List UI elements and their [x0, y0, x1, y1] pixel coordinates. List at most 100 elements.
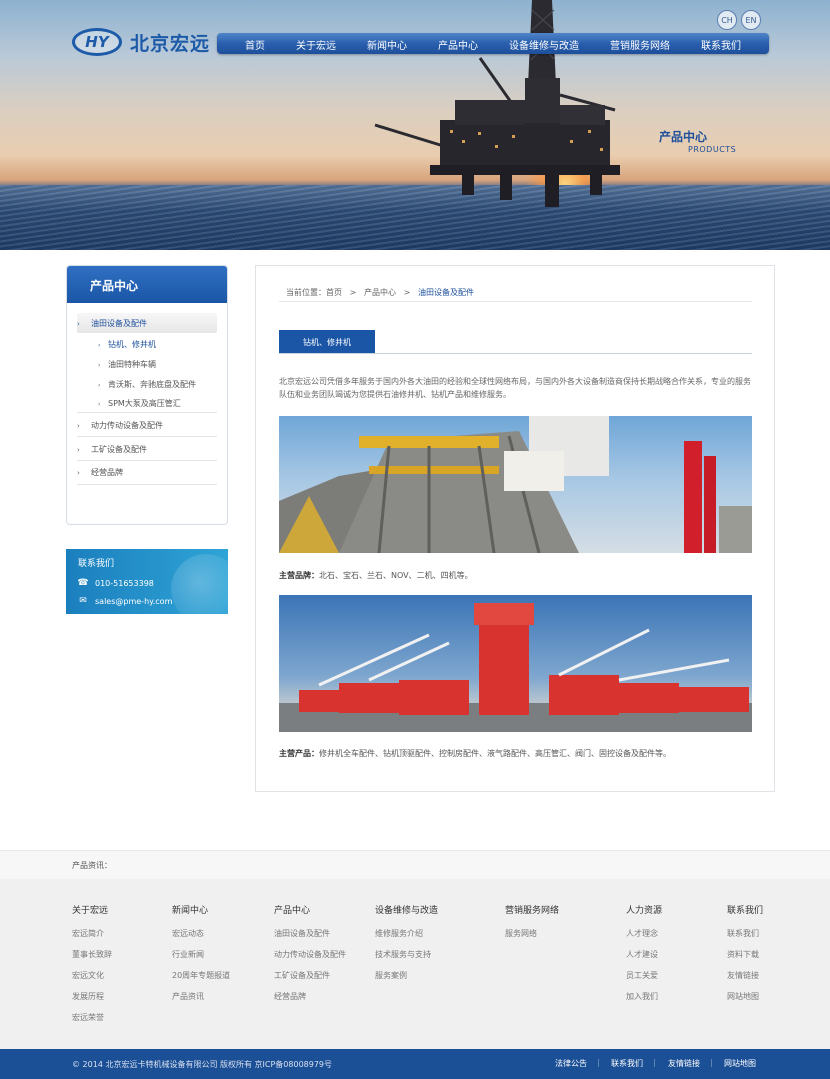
- footer-link[interactable]: 油田设备及配件: [274, 928, 346, 949]
- sidebar-item-power[interactable]: › 动力传动设备及配件: [77, 420, 217, 431]
- footer-link[interactable]: 服务案例: [375, 970, 438, 991]
- logo-mark: HY: [72, 28, 122, 56]
- chevron-right-icon: ›: [77, 446, 80, 454]
- footer-link[interactable]: 宏远简介: [72, 928, 112, 949]
- hero-banner: HY 北京宏远 CH EN 首页 关于宏远 新闻中心 产品中心 设备维修与改造 …: [0, 0, 830, 250]
- footer-column-repair: 设备维修与改造 维修服务介绍 技术服务与支持 服务案例: [375, 903, 438, 991]
- sidebar-item-label: 经营品牌: [91, 468, 123, 477]
- footer-link[interactable]: 友情链接: [727, 970, 763, 991]
- footer-link[interactable]: 宏远动态: [172, 928, 230, 949]
- footer-link[interactable]: 维修服务介绍: [375, 928, 438, 949]
- footer-link[interactable]: 产品资讯: [172, 991, 230, 1012]
- footer-column-news: 新闻中心 宏远动态 行业新闻 20周年专题报道 产品资讯: [172, 903, 230, 1012]
- footer-link[interactable]: 人才理念: [626, 928, 662, 949]
- sidebar-subitem-spm-pump[interactable]: › SPM大泵及高压管汇: [98, 398, 181, 409]
- sidebar-subitem-chassis[interactable]: › 肯沃斯、奔驰底盘及配件: [98, 379, 196, 390]
- sitemap-link[interactable]: 网站地图: [724, 1058, 756, 1069]
- footer-link[interactable]: 员工关爱: [626, 970, 662, 991]
- sidebar-item-mining[interactable]: › 工矿设备及配件: [77, 444, 217, 455]
- breadcrumb-current[interactable]: 油田设备及配件: [418, 288, 474, 297]
- breadcrumb-products[interactable]: 产品中心: [364, 288, 396, 297]
- link-separator: |: [710, 1058, 713, 1067]
- footer-link[interactable]: 行业新闻: [172, 949, 230, 970]
- chevron-right-icon: ›: [77, 422, 80, 430]
- sidebar-subitem-drilling-rig[interactable]: › 钻机、修井机: [98, 339, 156, 350]
- footer-link[interactable]: 联系我们: [727, 928, 763, 949]
- link-separator: |: [597, 1058, 600, 1067]
- language-en-button[interactable]: EN: [741, 10, 761, 30]
- news-label: 产品资讯：: [72, 861, 112, 870]
- sidebar-item-label: 动力传动设备及配件: [91, 421, 163, 430]
- nav-products[interactable]: 产品中心: [438, 37, 478, 52]
- workover-rigs-photo: [279, 595, 752, 732]
- tab-drilling-rig[interactable]: 钻机、修井机: [279, 330, 375, 354]
- contact-email[interactable]: ✉ sales@pme-hy.com: [76, 596, 172, 606]
- bullet-icon: ›: [98, 382, 101, 389]
- footer-link[interactable]: 网站地图: [727, 991, 763, 1012]
- sidebar-title: 产品中心: [67, 266, 227, 303]
- nav-about[interactable]: 关于宏远: [296, 37, 336, 52]
- footer-link[interactable]: 20周年专题报道: [172, 970, 230, 991]
- nav-network[interactable]: 营销服务网络: [610, 37, 670, 52]
- friend-links-link[interactable]: 友情链接: [668, 1058, 700, 1069]
- main-nav: 首页 关于宏远 新闻中心 产品中心 设备维修与改造 营销服务网络 联系我们: [217, 33, 769, 54]
- sidebar-subitem-special-vehicles[interactable]: › 油田特种车辆: [98, 359, 156, 370]
- footer-link[interactable]: 宏远文化: [72, 970, 112, 991]
- footer-link[interactable]: 加入我们: [626, 991, 662, 1012]
- nav-home[interactable]: 首页: [245, 37, 265, 52]
- contact-link[interactable]: 联系我们: [611, 1058, 643, 1069]
- footer-link[interactable]: 资料下载: [727, 949, 763, 970]
- brands-caption: 主营品牌：北石、宝石、兰石、NOV、二机、四机等。: [279, 571, 473, 580]
- contact-box: 联系我们 ☎ 010-51653398 ✉ sales@pme-hy.com: [66, 549, 228, 614]
- footer-link[interactable]: 发展历程: [72, 991, 112, 1012]
- divider: [77, 484, 217, 485]
- footer-link[interactable]: 董事长致辞: [72, 949, 112, 970]
- sidebar-item-label: 工矿设备及配件: [91, 445, 147, 454]
- footer-column-hr: 人力资源 人才理念 人才建设 员工关爱 加入我们: [626, 903, 662, 1012]
- contact-title: 联系我们: [78, 559, 115, 569]
- breadcrumb: 当前位置：首页 > 产品中心 > 油田设备及配件: [286, 288, 474, 297]
- footer-link[interactable]: 经营品牌: [274, 991, 346, 1012]
- footer-column-products: 产品中心 油田设备及配件 动力传动设备及配件 工矿设备及配件 经营品牌: [274, 903, 346, 1012]
- breadcrumb-home[interactable]: 首页: [326, 288, 342, 297]
- divider: [77, 460, 217, 461]
- copyright-bar: © 2014 北京宏远卡特机械设备有限公司 版权所有 京ICP备08008979…: [0, 1049, 830, 1079]
- footer-link[interactable]: 服务网络: [505, 928, 559, 949]
- contact-phone: ☎ 010-51653398: [77, 578, 154, 588]
- logo-text: 北京宏远: [130, 32, 211, 55]
- nav-repair[interactable]: 设备维修与改造: [509, 37, 579, 52]
- globe-icon: [171, 554, 228, 614]
- copyright-text: © 2014 北京宏远卡特机械设备有限公司 版权所有 京ICP备08008979…: [72, 1060, 333, 1069]
- bullet-icon: ›: [98, 362, 101, 369]
- divider: [77, 436, 217, 437]
- nav-contact[interactable]: 联系我们: [701, 37, 741, 52]
- drilling-rig-photo: [279, 416, 752, 553]
- divider: [279, 301, 752, 302]
- intro-text: 北京宏远公司凭借多年服务于国内外各大油田的经验和全球性网络布局，与国内外各大设备…: [279, 377, 751, 399]
- footer-links: 关于宏远 宏远简介 董事长致辞 宏远文化 发展历程 宏远荣誉 新闻中心 宏远动态…: [0, 879, 830, 1049]
- site-logo[interactable]: HY 北京宏远: [72, 28, 210, 56]
- footer-link[interactable]: 工矿设备及配件: [274, 970, 346, 991]
- chevron-right-icon: ›: [77, 320, 80, 328]
- footer-link[interactable]: 动力传动设备及配件: [274, 949, 346, 970]
- footer-column-contact: 联系我们 联系我们 资料下载 友情链接 网站地图: [727, 903, 763, 1012]
- language-ch-button[interactable]: CH: [717, 10, 737, 30]
- legal-link[interactable]: 法律公告: [555, 1058, 587, 1069]
- divider: [77, 412, 217, 413]
- mail-icon: ✉: [79, 596, 87, 606]
- phone-icon: ☎: [77, 578, 89, 588]
- products-caption: 主营产品：修井机全车配件、钻机顶驱配件、控制房配件、液气路配件、高压管汇、阀门、…: [279, 749, 671, 758]
- sidebar-item-label: 油田设备及配件: [91, 319, 147, 328]
- footer-column-network: 营销服务网络 服务网络: [505, 903, 559, 949]
- sidebar-item-oilfield[interactable]: › 油田设备及配件: [77, 313, 217, 333]
- footer-link[interactable]: 技术服务与支持: [375, 949, 438, 970]
- tab-underline: [279, 353, 752, 354]
- sidebar-item-brands[interactable]: › 经营品牌: [77, 467, 217, 478]
- product-news-bar: 产品资讯：: [0, 850, 830, 879]
- nav-news[interactable]: 新闻中心: [367, 37, 407, 52]
- footer-link[interactable]: 宏远荣誉: [72, 1012, 112, 1033]
- banner-subtitle: PRODUCTS: [688, 145, 737, 154]
- footer-column-about: 关于宏远 宏远简介 董事长致辞 宏远文化 发展历程 宏远荣誉: [72, 903, 112, 1033]
- bullet-icon: ›: [98, 342, 101, 349]
- footer-link[interactable]: 人才建设: [626, 949, 662, 970]
